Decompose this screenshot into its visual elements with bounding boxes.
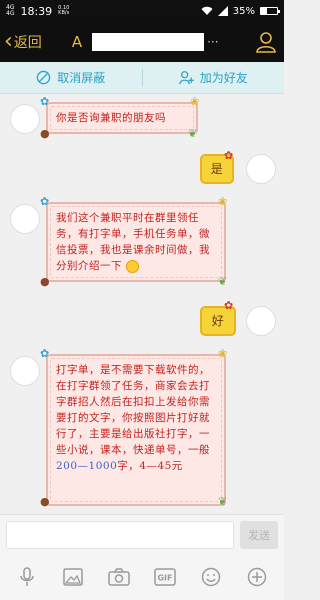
back-button[interactable]: ‹ 返回 bbox=[0, 29, 42, 54]
message-bubble-left[interactable]: 你是否询兼职的朋友吗 bbox=[46, 102, 198, 134]
camera-button[interactable] bbox=[107, 565, 131, 589]
gif-button[interactable]: GIF bbox=[153, 565, 177, 589]
leaf-deco-icon: ❦ bbox=[218, 275, 228, 288]
camera-icon bbox=[108, 568, 130, 586]
contact-avatar[interactable] bbox=[10, 204, 40, 234]
smile-emoji-icon bbox=[125, 259, 139, 273]
flower-deco-icon: ✿ bbox=[224, 149, 234, 162]
title-bar: ‹ 返回 A ··· bbox=[0, 22, 284, 62]
image-icon bbox=[63, 568, 83, 586]
more-button[interactable] bbox=[245, 565, 269, 589]
emoji-icon bbox=[201, 567, 221, 587]
add-friend-button[interactable]: 加为好友 bbox=[143, 69, 285, 86]
flower-deco-icon: ❀ bbox=[218, 195, 228, 208]
wifi-icon bbox=[201, 6, 213, 15]
shell-deco-icon: ● bbox=[40, 495, 50, 508]
network-indicator: 4G 4G bbox=[6, 4, 15, 17]
signal-icon bbox=[217, 6, 228, 16]
clock: 18:39 bbox=[20, 4, 53, 18]
shell-deco-icon: ● bbox=[40, 127, 50, 140]
plus-circle-icon bbox=[247, 567, 267, 587]
message-bubble-left[interactable]: 我们这个兼职平时在群里领任务，有打字单，手机任务单，微信投票，我也是课余时间做，… bbox=[46, 202, 226, 282]
title-ellipsis: ··· bbox=[207, 35, 219, 49]
contact-avatar[interactable] bbox=[10, 104, 40, 134]
my-avatar[interactable] bbox=[246, 154, 276, 184]
unblock-button[interactable]: 取消屏蔽 bbox=[0, 69, 142, 86]
battery-icon bbox=[260, 7, 280, 15]
input-toolbar: GIF bbox=[0, 554, 284, 600]
leaf-deco-icon: ❦ bbox=[218, 495, 228, 508]
message-bubble-left[interactable]: 打字单，是不需要下载软件的，在打字群领了任务，商家会去打字群招人然后在扣扣上发给… bbox=[46, 354, 226, 506]
flower-deco-icon: ✿ bbox=[40, 95, 50, 108]
composer: 发送 bbox=[0, 514, 284, 554]
unblock-label: 取消屏蔽 bbox=[57, 71, 106, 85]
contact-avatar[interactable] bbox=[10, 356, 40, 386]
voice-button[interactable] bbox=[15, 565, 39, 589]
back-label: 返回 bbox=[13, 35, 42, 51]
image-button[interactable] bbox=[61, 565, 85, 589]
message-link[interactable]: 200—1000 bbox=[56, 460, 117, 472]
add-friend-label: 加为好友 bbox=[199, 71, 248, 85]
gif-icon: GIF bbox=[154, 568, 176, 586]
flower-deco-icon: ❀ bbox=[190, 95, 200, 108]
contact-name: A bbox=[71, 33, 83, 51]
battery-percent: 35% bbox=[232, 5, 255, 17]
emoji-button[interactable] bbox=[199, 565, 223, 589]
network-speed: 0.10 KB/s bbox=[58, 5, 70, 16]
status-bar: 4G 4G 18:39 0.10 KB/s 35% bbox=[0, 0, 284, 22]
chat-area[interactable]: 你是否询兼职的朋友吗 ✿ ❀ ● ❦ 是 ✿ 我们这个兼职平时在群里领任务，有打… bbox=[0, 94, 284, 514]
profile-icon[interactable] bbox=[256, 31, 276, 53]
shell-deco-icon: ● bbox=[40, 275, 50, 288]
name-redaction bbox=[92, 33, 205, 51]
chevron-left-icon: ‹ bbox=[4, 29, 13, 54]
microphone-icon bbox=[20, 567, 34, 586]
block-icon bbox=[36, 70, 51, 85]
my-avatar[interactable] bbox=[246, 306, 276, 336]
stranger-action-bar: 取消屏蔽 加为好友 bbox=[0, 62, 284, 94]
add-user-icon bbox=[179, 71, 194, 85]
message-input[interactable] bbox=[6, 521, 234, 549]
flower-deco-icon: ❀ bbox=[218, 347, 228, 360]
leaf-deco-icon: ❦ bbox=[188, 127, 198, 140]
flower-deco-icon: ✿ bbox=[40, 347, 50, 360]
send-button[interactable]: 发送 bbox=[240, 521, 278, 549]
flower-deco-icon: ✿ bbox=[224, 299, 234, 312]
svg-text:GIF: GIF bbox=[157, 574, 172, 583]
flower-deco-icon: ✿ bbox=[40, 195, 50, 208]
